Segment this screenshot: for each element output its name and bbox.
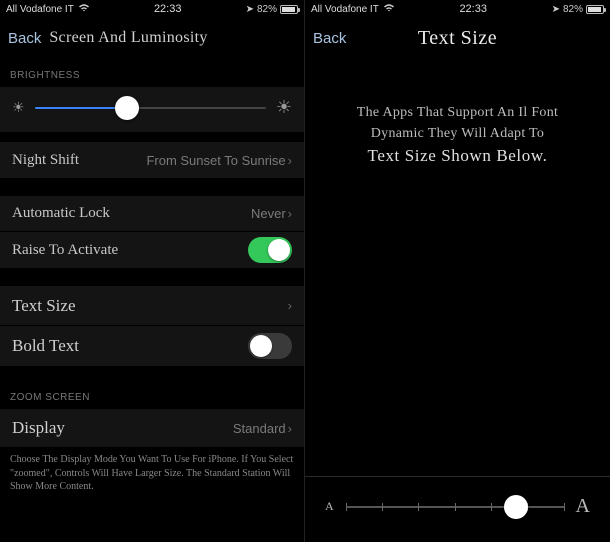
- text-size-row[interactable]: Text Size ›: [0, 286, 304, 326]
- zoom-header: ZOOM SCREEN: [0, 384, 304, 409]
- screen-luminosity-pane: All Vodafone IT 22:33 ➤ 82% Back Screen …: [0, 0, 305, 542]
- raise-toggle[interactable]: [248, 237, 292, 263]
- text-size-slider[interactable]: [346, 506, 564, 508]
- status-time: 22:33: [154, 3, 182, 15]
- brightness-header: BRIGHTNESS: [0, 62, 304, 87]
- brightness-slider[interactable]: [35, 107, 266, 109]
- desc-line-1: The Apps That Support An Il Font: [323, 102, 592, 123]
- night-shift-label: Night Shift: [12, 152, 79, 169]
- status-bar: All Vodafone IT 22:33 ➤ 82%: [305, 0, 610, 18]
- automatic-lock-label: Automatic Lock: [12, 205, 110, 222]
- chevron-right-icon: ›: [288, 206, 292, 221]
- desc-line-bold: Text Size Shown Below.: [323, 146, 592, 166]
- wifi-icon: [383, 3, 395, 15]
- location-icon: ➤: [552, 4, 560, 15]
- display-row[interactable]: Display Standard ›: [0, 409, 304, 447]
- status-time: 22:33: [459, 3, 487, 15]
- bold-text-label: Bold Text: [12, 336, 79, 356]
- description-block: The Apps That Support An Il Font Dynamic…: [305, 62, 610, 176]
- nav-bar: Back Screen And Luminosity: [0, 18, 304, 58]
- display-footer-text: Choose The Display Mode You Want To Use …: [0, 447, 304, 498]
- large-a-icon: A: [576, 495, 590, 518]
- battery-pct: 82%: [257, 4, 277, 15]
- night-shift-row[interactable]: Night Shift From Sunset To Sunrise ›: [0, 142, 304, 178]
- display-label: Display: [12, 418, 65, 438]
- back-button[interactable]: Back: [313, 30, 346, 47]
- carrier-label: All Vodafone IT: [311, 4, 379, 15]
- status-bar: All Vodafone IT 22:33 ➤ 82%: [0, 0, 304, 18]
- carrier-label: All Vodafone IT: [6, 4, 74, 15]
- chevron-right-icon: ›: [288, 421, 292, 436]
- automatic-lock-row[interactable]: Automatic Lock Never ›: [0, 196, 304, 232]
- desc-line-2: Dynamic They Will Adapt To: [323, 123, 592, 144]
- text-size-label: Text Size: [12, 296, 75, 316]
- brightness-slider-row: ☀ ☀: [0, 87, 304, 132]
- chevron-right-icon: ›: [288, 298, 292, 313]
- text-size-slider-row: A A: [305, 476, 610, 528]
- page-title: Screen And Luminosity: [49, 29, 207, 47]
- bold-text-row: Bold Text: [0, 326, 304, 366]
- wifi-icon: [78, 3, 90, 15]
- page-title: Text Size: [418, 27, 497, 50]
- back-button[interactable]: Back: [8, 30, 41, 47]
- battery-icon: [280, 5, 298, 14]
- nav-bar: Back Text Size: [305, 18, 610, 58]
- small-a-icon: A: [325, 499, 334, 514]
- raise-label: Raise To Activate: [12, 242, 118, 259]
- battery-pct: 82%: [563, 4, 583, 15]
- raise-to-activate-row: Raise To Activate: [0, 232, 304, 268]
- battery-icon: [586, 5, 604, 14]
- sun-large-icon: ☀: [276, 97, 292, 118]
- location-icon: ➤: [246, 4, 254, 15]
- chevron-right-icon: ›: [288, 153, 292, 168]
- bold-text-toggle[interactable]: [248, 333, 292, 359]
- text-size-pane: All Vodafone IT 22:33 ➤ 82% Back Text Si…: [305, 0, 610, 542]
- sun-small-icon: ☀: [12, 99, 25, 116]
